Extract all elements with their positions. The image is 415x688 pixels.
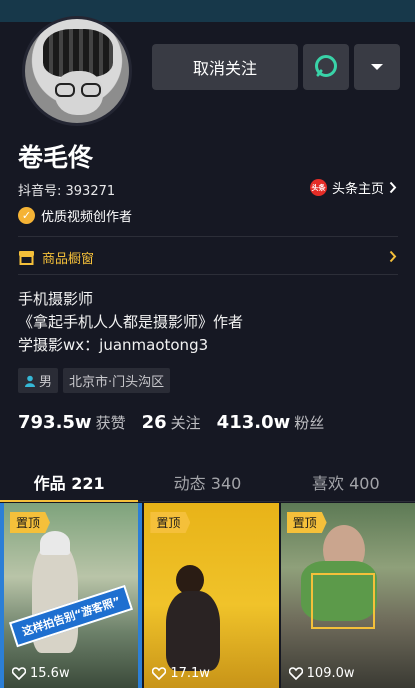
like-count-label: 109.0w <box>306 666 355 681</box>
creator-badge-label: 优质视频创作者 <box>41 210 133 225</box>
stat-label: 粉丝 <box>294 414 325 432</box>
shop-icon <box>19 251 34 265</box>
avatar-hair <box>43 29 113 77</box>
like-count: 109.0w <box>288 666 355 681</box>
heart-icon <box>152 667 167 680</box>
like-count-label: 17.1w <box>170 666 210 681</box>
message-button[interactable] <box>303 44 349 90</box>
caret-down-icon <box>371 64 383 70</box>
douyin-id: 抖音号: 393271 <box>18 184 116 199</box>
followers-stat[interactable]: 413.0w 粉丝 <box>217 412 325 433</box>
bio-line: 手机摄影师 <box>18 290 94 308</box>
bio-line: 《拿起手机人人都是摄影师》作者 <box>18 313 244 331</box>
heart-icon <box>288 667 303 680</box>
chat-bubble-icon <box>315 55 337 77</box>
bio-line: 学摄影wx：juanmaotong3 <box>18 336 209 354</box>
pinned-badge: 置顶 <box>150 512 191 533</box>
profile-tabs: 作品 221 动态 340 喜欢 400 <box>0 462 415 502</box>
toutiao-label: 头条主页 <box>331 182 384 197</box>
gender-label: 男 <box>39 375 53 390</box>
toutiao-homepage-link[interactable]: 头条 头条主页 <box>309 178 397 197</box>
location-tag: 北京市·门头沟区 <box>63 368 171 393</box>
profile-tags: 男 北京市·门头沟区 <box>18 368 171 393</box>
video-thumbnail[interactable]: 置顶 这样拍告别“游客照” 15.6w <box>0 503 143 688</box>
avatar[interactable] <box>22 16 132 126</box>
focus-frame <box>310 573 375 629</box>
tab-dynamics[interactable]: 动态 340 <box>138 462 276 501</box>
location-label: 北京市·门头沟区 <box>69 375 165 390</box>
heart-icon <box>12 667 26 680</box>
chevron-right-icon <box>389 181 397 194</box>
divider <box>18 236 398 237</box>
profile-name: 卷毛佟 <box>18 143 94 172</box>
stat-value: 413.0w <box>216 412 291 433</box>
thumbnail-subject <box>166 591 221 671</box>
stat-label: 关注 <box>170 414 201 432</box>
stat-label: 获赞 <box>95 414 126 432</box>
divider <box>18 274 398 275</box>
stats-row: 793.5w 获赞 26 关注 413.0w 粉丝 <box>18 412 324 433</box>
tab-likes[interactable]: 喜欢 400 <box>277 462 415 501</box>
avatar-glasses <box>55 83 103 97</box>
following-stat[interactable]: 26 关注 <box>142 412 201 433</box>
video-thumbnail[interactable]: 置顶 109.0w <box>280 503 415 688</box>
chevron-right-icon[interactable] <box>389 250 397 263</box>
stat-value: 793.5w <box>18 412 92 433</box>
like-count: 15.6w <box>12 666 70 681</box>
stat-value: 26 <box>141 412 167 433</box>
shop-window-label: 商品橱窗 <box>42 252 95 267</box>
check-icon: ✓ <box>18 207 35 224</box>
pinned-badge: 置顶 <box>10 512 51 533</box>
more-options-button[interactable] <box>354 44 400 90</box>
tab-works[interactable]: 作品 221 <box>0 462 139 502</box>
like-count: 17.1w <box>152 666 210 681</box>
gender-tag: 男 <box>18 368 59 393</box>
thumbnail-headwear <box>40 531 70 555</box>
pinned-badge: 置顶 <box>286 512 327 533</box>
bio: 手机摄影师 《拿起手机人人都是摄影师》作者 学摄影wx：juanmaotong3 <box>18 288 243 357</box>
video-thumbnail[interactable]: 置顶 17.1w <box>144 503 279 688</box>
creator-badge: ✓ 优质视频创作者 <box>18 206 132 225</box>
like-count-label: 15.6w <box>30 666 70 681</box>
person-icon <box>25 375 35 387</box>
shop-window-link[interactable]: 商品橱窗 <box>18 248 94 267</box>
toutiao-logo-icon: 头条 <box>309 179 327 196</box>
unfollow-button[interactable]: 取消关注 <box>152 44 298 90</box>
video-grid: 置顶 这样拍告别“游客照” 15.6w 置顶 17.1w 置顶 109.0w <box>0 503 415 688</box>
likes-stat: 793.5w 获赞 <box>18 412 126 433</box>
